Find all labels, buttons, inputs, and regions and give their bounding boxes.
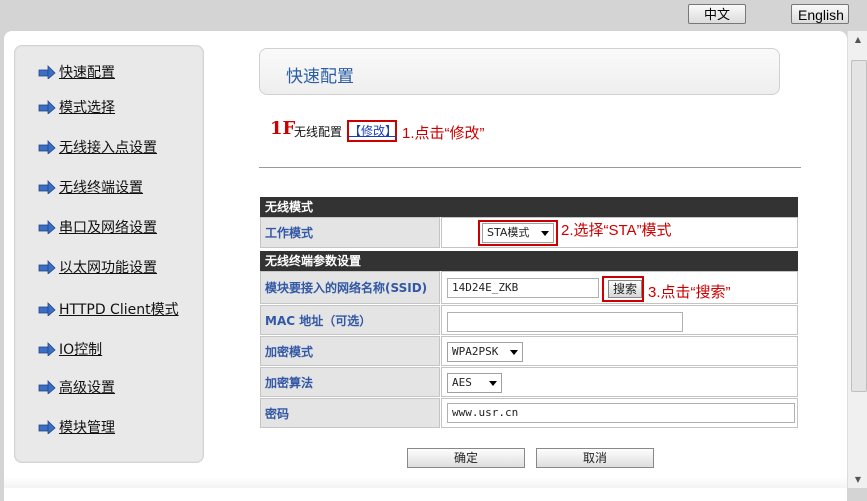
section-header-wireless-mode: 无线模式 xyxy=(260,197,798,217)
work-mode-select[interactable]: STA模式 xyxy=(482,223,554,243)
password-input[interactable]: www.usr.cn xyxy=(447,403,795,423)
arrow-right-icon xyxy=(38,380,56,394)
sidebar-item-label: 串口及网络设置 xyxy=(59,220,157,236)
annotation-step2: 2.选择“STA”模式 xyxy=(561,222,672,239)
sidebar-item-label: HTTPD Client模式 xyxy=(59,302,179,318)
sidebar-item-label: 无线终端设置 xyxy=(59,180,143,196)
chevron-down-icon xyxy=(489,381,497,386)
arrow-right-icon xyxy=(38,220,56,234)
ssid-input[interactable]: 14D24E_ZKB xyxy=(447,278,599,298)
password-cell: www.usr.cn xyxy=(441,398,798,428)
form-row-password: 密码 www.usr.cn xyxy=(260,398,798,428)
password-label: 密码 xyxy=(260,398,440,428)
sidebar-item-label: 模块管理 xyxy=(59,420,115,436)
arrow-right-icon xyxy=(38,342,56,356)
arrow-right-icon xyxy=(38,260,56,274)
arrow-right-icon xyxy=(38,140,56,154)
sidebar-item[interactable]: 高级设置 xyxy=(38,378,115,396)
mac-cell xyxy=(441,305,798,335)
sidebar-item-label: 快速配置 xyxy=(59,65,115,81)
language-chinese-button[interactable]: 中文 xyxy=(688,4,746,24)
sidebar-item-label: 高级设置 xyxy=(59,380,115,396)
search-button[interactable]: 搜索 xyxy=(608,280,642,298)
step-prefix: 1F xyxy=(270,118,296,139)
confirm-button[interactable]: 确定 xyxy=(407,448,525,468)
scroll-up-icon[interactable]: ▲ xyxy=(848,31,867,48)
sidebar-item[interactable]: 快速配置 xyxy=(38,63,115,81)
sidebar-item[interactable]: 以太网功能设置 xyxy=(38,258,157,276)
mac-input[interactable] xyxy=(447,312,683,332)
chevron-down-icon xyxy=(510,350,518,355)
work-mode-label: 工作模式 xyxy=(260,217,440,248)
annotation-step3: 3.点击“搜索” xyxy=(648,284,731,301)
language-english-button[interactable]: English xyxy=(791,4,849,24)
form-row-encryption-algo: 加密算法 AES xyxy=(260,367,798,397)
sidebar-item-label: 模式选择 xyxy=(59,100,115,116)
arrow-right-icon xyxy=(38,65,56,79)
scrollbar-thumb[interactable] xyxy=(851,60,867,392)
encryption-mode-label: 加密模式 xyxy=(260,336,440,366)
form-row-encryption-mode: 加密模式 WPA2PSK xyxy=(260,336,798,366)
sidebar-item[interactable]: 模式选择 xyxy=(38,98,115,116)
chevron-down-icon xyxy=(541,231,549,236)
divider xyxy=(259,167,801,168)
sidebar-item[interactable]: 无线终端设置 xyxy=(38,178,143,196)
ssid-cell: 14D24E_ZKB 搜索 xyxy=(441,271,798,304)
encryption-algo-cell: AES xyxy=(441,367,798,397)
modify-link[interactable]: 【修改】 xyxy=(347,120,397,142)
form-row-mac: MAC 地址（可选） xyxy=(260,305,798,335)
encryption-mode-cell: WPA2PSK xyxy=(441,336,798,366)
page-title-box: 快速配置 xyxy=(259,48,780,95)
mac-label: MAC 地址（可选） xyxy=(260,305,440,335)
arrow-right-icon xyxy=(38,100,56,114)
encryption-algo-label: 加密算法 xyxy=(260,367,440,397)
annotation-step1: 1.点击“修改” xyxy=(402,125,485,142)
section-header-sta-params: 无线终端参数设置 xyxy=(260,251,798,271)
sidebar-item-label: 以太网功能设置 xyxy=(59,260,157,276)
vertical-scrollbar[interactable]: ▲ ▼ xyxy=(847,31,867,488)
page-title: 快速配置 xyxy=(286,67,354,87)
sidebar-item[interactable]: 模块管理 xyxy=(38,418,115,436)
arrow-right-icon xyxy=(38,180,56,194)
form-row-work-mode: 工作模式 STA模式 xyxy=(260,217,798,248)
wireless-config-label: 无线配置 xyxy=(294,125,343,139)
arrow-right-icon xyxy=(38,302,56,316)
scroll-down-icon[interactable]: ▼ xyxy=(848,471,867,488)
sidebar-item-label: 无线接入点设置 xyxy=(59,140,157,156)
arrow-right-icon xyxy=(38,420,56,434)
sidebar-item[interactable]: HTTPD Client模式 xyxy=(38,300,179,318)
sidebar-item[interactable]: IO控制 xyxy=(38,340,102,358)
panel-bottom-edge xyxy=(4,476,847,488)
sidebar-item[interactable]: 串口及网络设置 xyxy=(38,218,157,236)
sidebar-item-label: IO控制 xyxy=(59,342,103,358)
ssid-label: 模块要接入的网络名称(SSID) xyxy=(260,271,440,304)
encryption-mode-select[interactable]: WPA2PSK xyxy=(447,342,523,362)
encryption-algo-select[interactable]: AES xyxy=(447,373,502,393)
sidebar-item[interactable]: 无线接入点设置 xyxy=(38,138,157,156)
cancel-button[interactable]: 取消 xyxy=(536,448,654,468)
search-highlight: 搜索 xyxy=(602,276,644,302)
